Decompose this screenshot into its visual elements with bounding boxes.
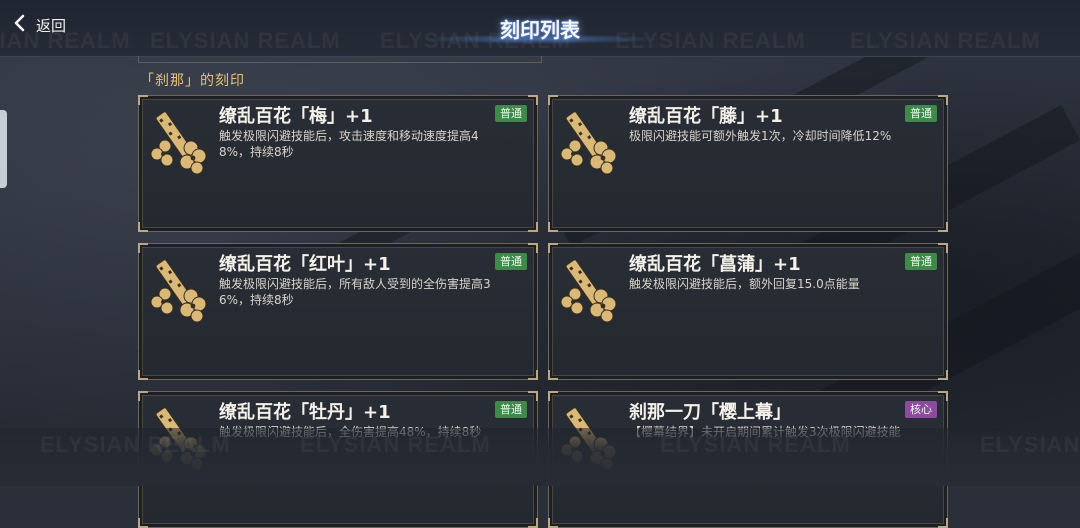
rarity-badge: 普通 (495, 105, 527, 122)
rarity-badge: 普通 (495, 253, 527, 270)
watermark-text: ELYSIAN REALM (980, 432, 1080, 457)
sigil-card[interactable]: 缭乱百花「菖蒲」+1 触发极限闪避技能后，额外回复15.0点能量 普通 (548, 243, 948, 380)
top-bar: ELYSIAN REALM ELYSIAN REALM ELYSIAN REAL… (0, 0, 1080, 57)
sigil-name: 刹那一刀「樱上幕」 (629, 402, 791, 423)
sigil-card[interactable]: 缭乱百花「梅」+1 触发极限闪避技能后，攻击速度和移动速度提高48%，持续8秒 … (138, 95, 538, 232)
rarity-badge: 普通 (905, 105, 937, 122)
sigil-card[interactable]: 缭乱百花「红叶」+1 触发极限闪避技能后，所有敌人受到的全伤害提高36%，持续8… (138, 243, 538, 380)
section-title: 「刹那」的刻印 (140, 73, 245, 89)
sigil-description: 触发极限闪避技能后，额外回复15.0点能量 (629, 277, 860, 291)
sigil-description: 触发极限闪避技能后，攻击速度和移动速度提高48%，持续8秒 (219, 129, 479, 159)
sigil-name: 缭乱百花「梅」+1 (219, 106, 373, 127)
blade-blossom-icon (147, 254, 213, 324)
rarity-badge: 普通 (905, 253, 937, 270)
blade-blossom-icon (147, 106, 213, 176)
watermark-text: ELYSIAN REALM (660, 432, 851, 457)
blade-blossom-icon (557, 106, 623, 176)
side-drawer-handle[interactable] (0, 110, 7, 188)
section-divider (138, 56, 542, 63)
watermark-text: ELYSIAN REALM (40, 432, 231, 457)
sigil-card[interactable]: 缭乱百花「藤」+1 极限闪避技能可额外触发1次，冷却时间降低12% 普通 (548, 95, 948, 232)
rarity-badge: 核心 (905, 401, 937, 418)
sigil-description: 触发极限闪避技能后，所有敌人受到的全伤害提高36%，持续8秒 (219, 277, 491, 307)
sigil-name: 缭乱百花「藤」+1 (629, 106, 783, 127)
sigil-name: 缭乱百花「牡丹」+1 (219, 402, 391, 423)
sigil-description: 极限闪避技能可额外触发1次，冷却时间降低12% (629, 129, 892, 143)
footer-watermark: ELYSIAN REALM ELYSIAN REALM ELYSIAN REAL… (0, 432, 1080, 458)
watermark-text: ELYSIAN REALM (300, 432, 491, 457)
blade-blossom-icon (557, 254, 623, 324)
bottom-fade-overlay: ELYSIAN REALM ELYSIAN REALM ELYSIAN REAL… (0, 428, 1080, 486)
page-title: 刻印列表 (500, 18, 580, 42)
sigil-name: 缭乱百花「红叶」+1 (219, 254, 391, 275)
sigil-name: 缭乱百花「菖蒲」+1 (629, 254, 801, 275)
rarity-badge: 普通 (495, 401, 527, 418)
